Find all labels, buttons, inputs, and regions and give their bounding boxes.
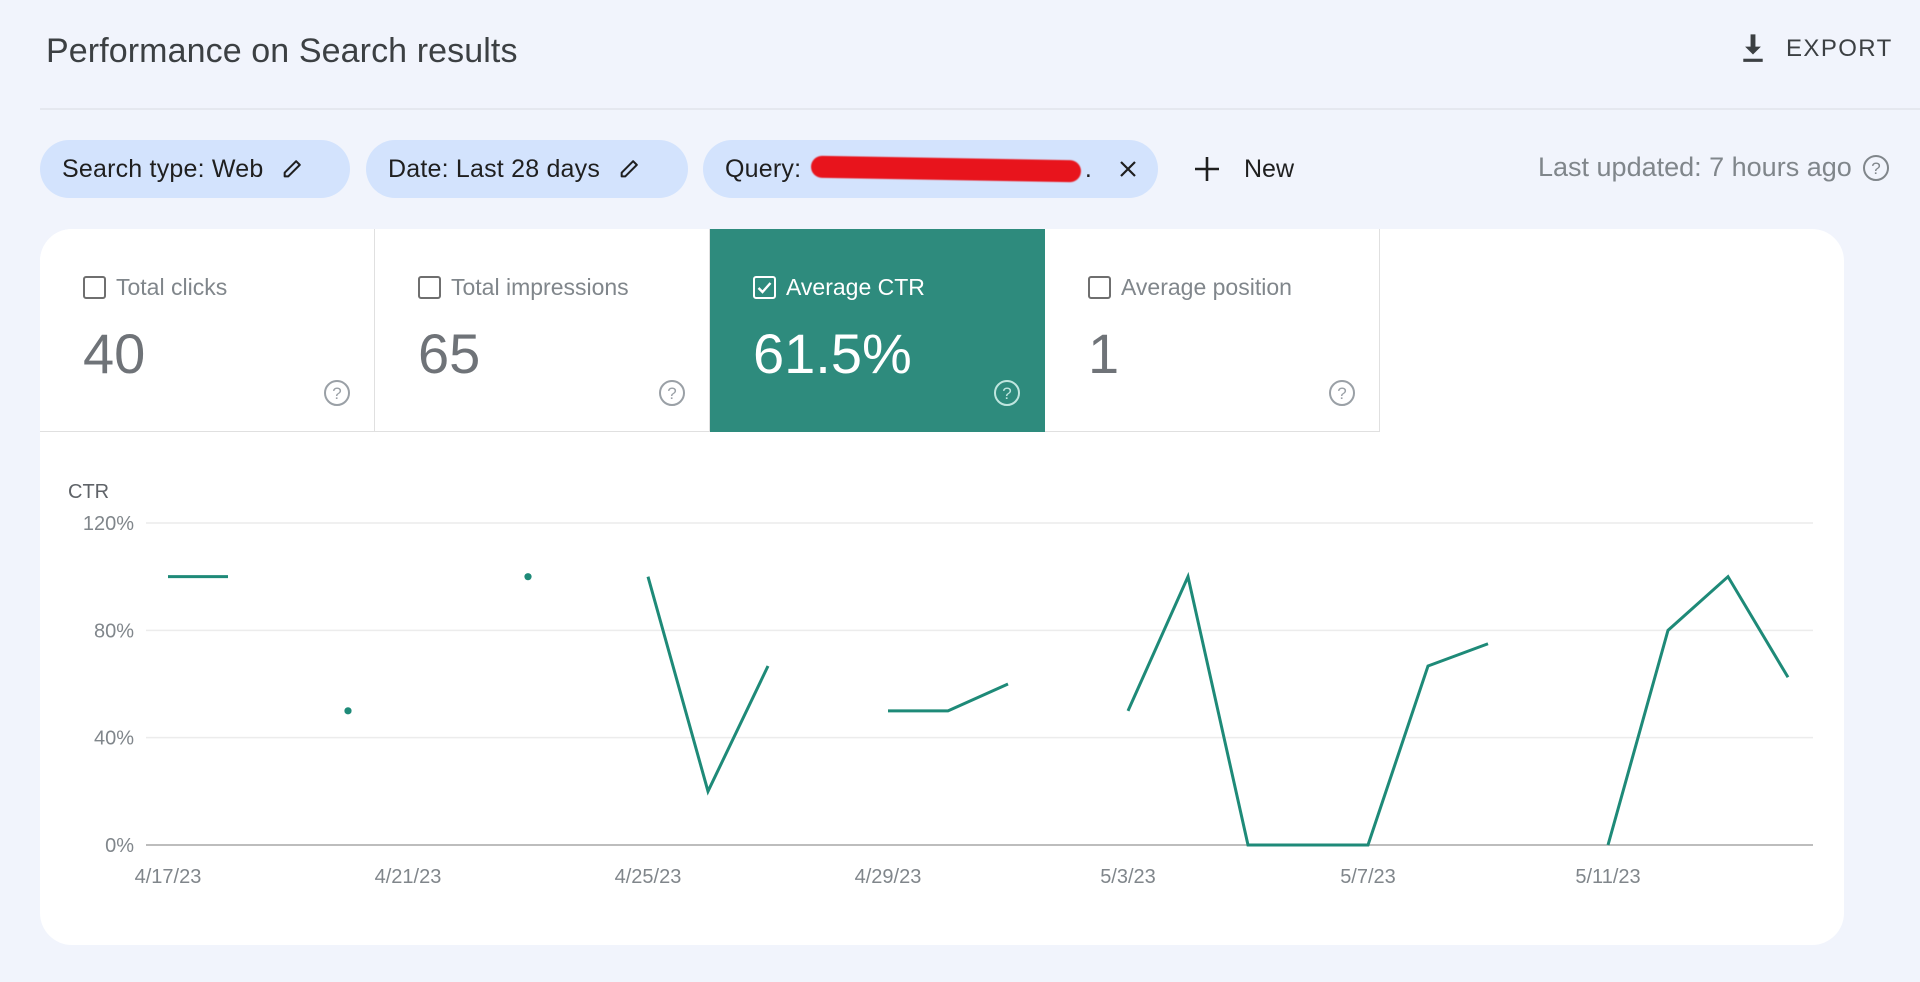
chip-label: Search type: Web bbox=[62, 154, 264, 183]
svg-text:?: ? bbox=[1337, 384, 1346, 403]
grid-lines bbox=[146, 522, 1813, 846]
metric-value: 65 bbox=[418, 322, 481, 385]
ctr-chart: CTR 0% 40% 80% 120% 4/17/23 4/21/23 4/25/23 4/… bbox=[40, 432, 1844, 945]
new-label: New bbox=[1244, 154, 1295, 183]
y-tick-labels: 0% 40% 80% 120% bbox=[83, 513, 134, 857]
help-icon[interactable]: ? bbox=[993, 379, 1021, 407]
x-tick-label: 5/11/23 bbox=[1575, 866, 1640, 888]
page-title: Performance on Search results bbox=[46, 32, 518, 70]
metric-value: 61.5% bbox=[753, 322, 912, 385]
y-tick-label: 80% bbox=[94, 620, 134, 642]
x-tick-label: 5/7/23 bbox=[1340, 866, 1396, 888]
metric-total-clicks[interactable]: Total clicks 40 ? bbox=[40, 229, 375, 432]
series-line-segment[interactable] bbox=[646, 576, 770, 796]
checkmark-icon bbox=[757, 282, 772, 294]
metric-label: Total impressions bbox=[451, 274, 629, 300]
help-icon[interactable]: ? bbox=[1328, 379, 1356, 407]
data-point[interactable] bbox=[344, 707, 352, 715]
x-tick-label: 4/29/23 bbox=[855, 866, 922, 888]
last-updated: Last updated: 7 hours ago ? bbox=[1538, 152, 1890, 183]
svg-text:?: ? bbox=[1002, 384, 1011, 403]
help-icon[interactable]: ? bbox=[1862, 154, 1890, 182]
metric-label: Average position bbox=[1121, 274, 1292, 300]
metric-value: 1 bbox=[1088, 322, 1120, 385]
export-label: EXPORT bbox=[1786, 35, 1893, 62]
chip-label: Date: Last 28 days bbox=[388, 154, 601, 183]
x-tick-label: 4/25/23 bbox=[615, 866, 682, 888]
y-tick-label: 0% bbox=[105, 835, 134, 857]
y-axis-title: CTR bbox=[68, 481, 109, 503]
header-divider bbox=[40, 108, 1920, 110]
metric-average-position[interactable]: Average position 1 ? bbox=[1045, 229, 1380, 432]
help-icon[interactable]: ? bbox=[658, 379, 686, 407]
export-button[interactable]: EXPORT bbox=[1738, 28, 1893, 70]
x-tick-labels: 4/17/23 4/21/23 4/25/23 4/29/23 5/3/23 5/7/23… bbox=[135, 866, 1641, 888]
series-line-segment[interactable] bbox=[888, 682, 1009, 713]
filter-chip-search-type[interactable]: Search type: Web bbox=[40, 140, 350, 198]
last-updated-text: Last updated: 7 hours ago bbox=[1538, 152, 1852, 182]
redacted-query-value bbox=[811, 155, 1082, 183]
x-tick-label: 4/21/23 bbox=[375, 866, 442, 888]
close-icon[interactable] bbox=[1118, 159, 1138, 179]
y-tick-label: 120% bbox=[83, 513, 134, 535]
svg-text:?: ? bbox=[332, 384, 341, 403]
series-line-segment[interactable] bbox=[1606, 574, 1790, 846]
new-filter-button[interactable]: New bbox=[1192, 146, 1294, 192]
x-tick-label: 4/17/23 bbox=[135, 866, 202, 888]
filter-chip-query[interactable]: Query: . bbox=[703, 140, 1158, 198]
chip-trailing: . bbox=[1084, 154, 1092, 183]
checkbox-checked[interactable] bbox=[753, 276, 776, 299]
checkbox[interactable] bbox=[418, 276, 441, 299]
performance-card: Total clicks 40 ? Total impressions 65 ? bbox=[40, 229, 1844, 945]
metric-average-ctr[interactable]: Average CTR 61.5% ? bbox=[710, 229, 1045, 432]
ctr-line-chart: CTR 0%40%80%120% 4/17/23 4/21/23 4/25/23 4/… bbox=[68, 481, 1813, 888]
metric-value: 40 bbox=[83, 322, 146, 385]
edit-pencil-icon[interactable] bbox=[281, 158, 303, 180]
series-line-segment[interactable] bbox=[1126, 571, 1489, 847]
svg-text:?: ? bbox=[1871, 159, 1880, 178]
chip-label: Query: bbox=[725, 154, 802, 183]
data-point[interactable] bbox=[524, 573, 532, 581]
metric-label: Total clicks bbox=[116, 274, 228, 300]
y-tick-label: 40% bbox=[94, 728, 134, 750]
metric-tiles: Total clicks 40 ? Total impressions 65 ? bbox=[40, 229, 1380, 432]
plus-icon bbox=[1195, 157, 1219, 181]
help-icon[interactable]: ? bbox=[323, 379, 351, 407]
checkbox[interactable] bbox=[1088, 276, 1111, 299]
checkbox[interactable] bbox=[83, 276, 106, 299]
x-tick-label: 5/3/23 bbox=[1100, 866, 1156, 888]
download-icon bbox=[1743, 34, 1763, 62]
filter-chip-date[interactable]: Date: Last 28 days bbox=[366, 140, 688, 198]
edit-pencil-icon[interactable] bbox=[618, 158, 640, 180]
metric-label: Average CTR bbox=[786, 274, 925, 300]
svg-text:?: ? bbox=[667, 384, 676, 403]
ctr-series bbox=[168, 571, 1790, 847]
metric-total-impressions[interactable]: Total impressions 65 ? bbox=[375, 229, 710, 432]
